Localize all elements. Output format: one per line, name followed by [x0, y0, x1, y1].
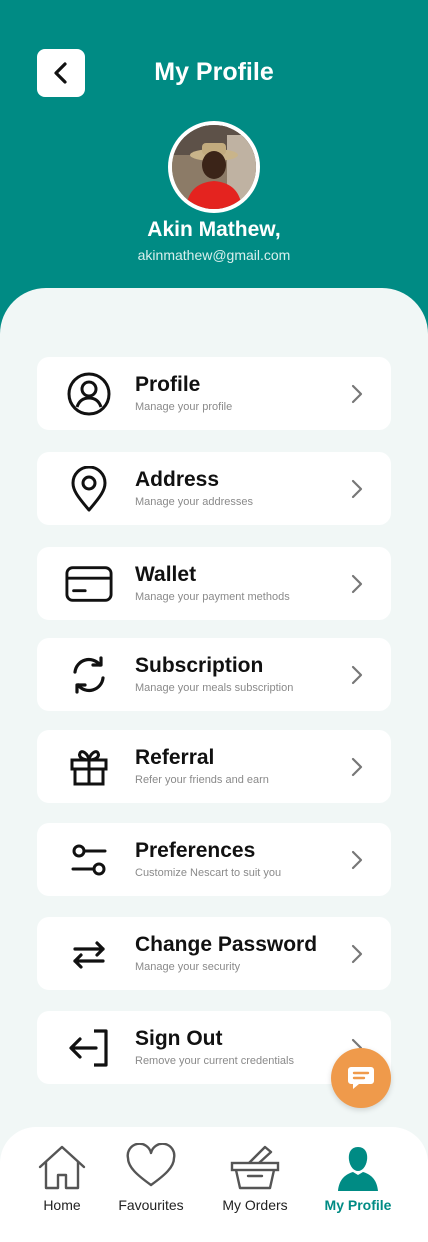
nav-label: Home — [43, 1197, 81, 1213]
heart-icon — [126, 1143, 176, 1187]
nav-label: My Orders — [222, 1197, 288, 1213]
menu-item-title: Wallet — [135, 563, 197, 586]
page-title: My Profile — [154, 58, 274, 86]
nav-item-my-profile[interactable]: My Profile — [308, 1143, 408, 1233]
logout-icon — [65, 1025, 113, 1071]
menu-item-title: Subscription — [135, 654, 264, 677]
menu-item-subtitle: Customize Nescart to suit you — [135, 867, 282, 879]
menu-item-subscription[interactable]: Subscription Manage your meals subscript… — [37, 638, 391, 711]
basket-icon — [230, 1145, 280, 1190]
bottom-nav: Home Favourites My Orders My Profile — [0, 1127, 428, 1242]
menu-item-profile[interactable]: Profile Manage your profile — [37, 357, 391, 430]
nav-item-favourites[interactable]: Favourites — [101, 1143, 201, 1233]
refresh-icon — [65, 652, 113, 698]
menu-item-subtitle: Manage your security — [135, 961, 241, 973]
avatar — [168, 121, 260, 213]
home-icon — [38, 1145, 86, 1190]
menu-item-address[interactable]: Address Manage your addresses — [37, 452, 391, 525]
chevron-right-icon — [351, 757, 363, 777]
chevron-right-icon — [351, 574, 363, 594]
chevron-right-icon — [351, 944, 363, 964]
menu-item-change-password[interactable]: Change Password Manage your security — [37, 917, 391, 990]
avatar-photo — [172, 125, 256, 209]
user-circle-icon — [65, 371, 113, 417]
user-email: akinmathew@gmail.com — [137, 247, 291, 263]
credit-card-icon — [65, 561, 113, 607]
menu-item-subtitle: Manage your payment methods — [135, 591, 290, 603]
gift-icon — [65, 744, 113, 790]
person-icon — [338, 1147, 378, 1191]
menu-item-title: Preferences — [135, 839, 256, 862]
chat-icon — [348, 1067, 374, 1089]
user-name: Akin Mathew, — [147, 218, 281, 241]
location-pin-icon — [65, 466, 113, 512]
menu-item-subtitle: Manage your addresses — [135, 496, 254, 508]
nav-item-my-orders[interactable]: My Orders — [205, 1143, 305, 1233]
menu-item-subtitle: Manage your profile — [135, 401, 233, 413]
menu-item-title: Sign Out — [135, 1027, 223, 1050]
nav-label: My Profile — [324, 1197, 392, 1213]
menu-item-subtitle: Remove your current credentials — [135, 1055, 294, 1067]
chevron-right-icon — [351, 665, 363, 685]
nav-label: Favourites — [118, 1197, 184, 1213]
menu-item-subtitle: Manage your meals subscription — [135, 682, 294, 694]
menu-item-title: Referral — [135, 746, 215, 769]
chat-button[interactable] — [331, 1048, 391, 1108]
settings-sliders-icon — [65, 837, 113, 883]
menu-item-wallet[interactable]: Wallet Manage your payment methods — [37, 547, 391, 620]
menu-item-referral[interactable]: Referral Refer your friends and earn — [37, 730, 391, 803]
menu-item-title: Profile — [135, 373, 201, 396]
menu-item-title: Address — [135, 468, 220, 491]
menu-item-preferences[interactable]: Preferences Customize Nescart to suit yo… — [37, 823, 391, 896]
menu-item-title: Change Password — [135, 933, 318, 956]
swap-arrows-icon — [65, 931, 113, 977]
chevron-right-icon — [351, 850, 363, 870]
chevron-right-icon — [351, 384, 363, 404]
menu-item-subtitle: Refer your friends and earn — [135, 774, 269, 786]
nav-item-home[interactable]: Home — [12, 1143, 112, 1233]
chevron-right-icon — [351, 479, 363, 499]
